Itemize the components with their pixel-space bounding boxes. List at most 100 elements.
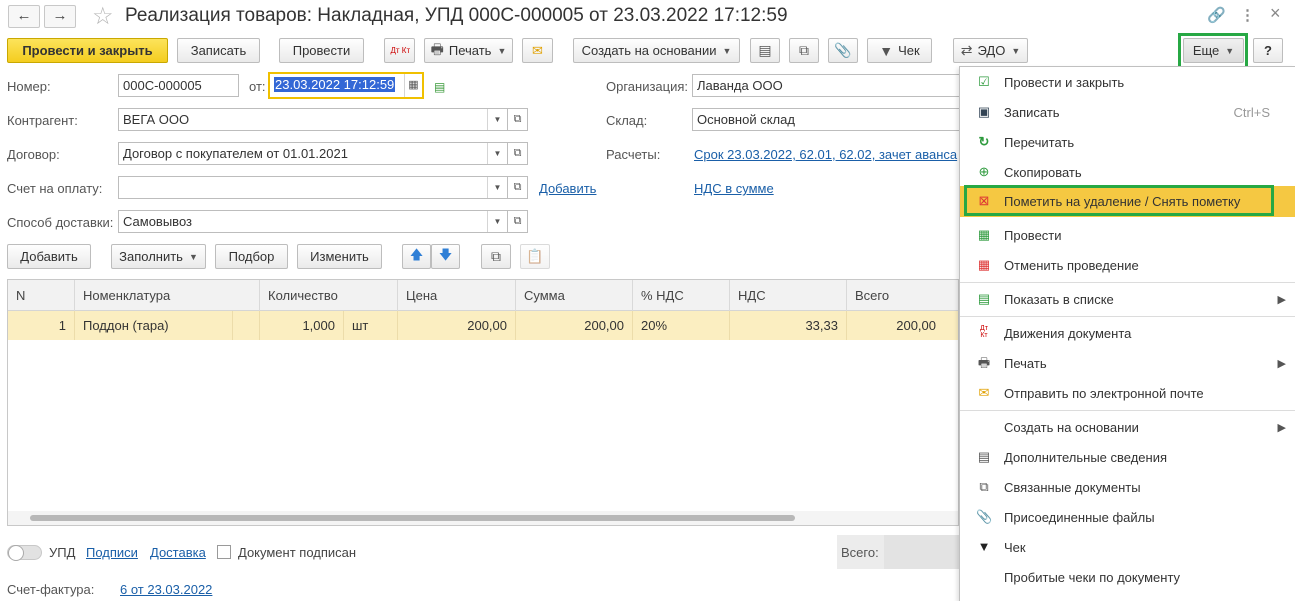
cell-total: 200,00 — [896, 318, 936, 333]
column-header-price[interactable]: Цена — [398, 280, 516, 311]
receipt-button[interactable]: ▼ Чек — [867, 38, 932, 63]
pick-button[interactable]: Подбор — [215, 244, 288, 269]
dtkt-button[interactable]: Дт Кт — [384, 38, 415, 63]
menu-item-post[interactable]: ▦ Провести — [960, 220, 1295, 250]
menu-item-label: Чек — [1004, 539, 1026, 555]
open-delivery-icon[interactable]: ⧉ — [507, 210, 528, 233]
chevron-down-icon[interactable]: ▼ — [487, 177, 507, 198]
column-header-vat[interactable]: НДС — [730, 280, 847, 311]
chevron-down-icon[interactable]: ▼ — [487, 211, 507, 232]
goods-table: N Номенклатура Количество Цена Сумма % Н… — [7, 279, 959, 526]
scrollbar-thumb[interactable] — [30, 515, 795, 521]
menu-item-save[interactable]: ▣ Записать Ctrl+S — [960, 97, 1295, 127]
more-vertical-icon[interactable]: ⋮ — [1240, 6, 1255, 24]
menu-item-label: Отправить по электронной почте — [1004, 385, 1204, 401]
delivery-link[interactable]: Доставка — [150, 545, 206, 560]
vat-in-sum-link[interactable]: НДС в сумме — [694, 181, 774, 196]
column-header-sum[interactable]: Сумма — [516, 280, 633, 311]
post-button[interactable]: Провести — [279, 38, 364, 63]
number-field[interactable]: 000С-000005 — [118, 74, 239, 97]
menu-item-unpost[interactable]: ▦ Отменить проведение — [960, 250, 1295, 280]
signatures-link[interactable]: Подписи — [86, 545, 138, 560]
favorite-star-icon[interactable]: ☆ — [92, 2, 114, 31]
menu-separator — [960, 282, 1295, 283]
chevron-down-icon[interactable]: ▼ — [487, 143, 507, 164]
number-value: 000С-000005 — [123, 78, 202, 93]
menu-item-movements[interactable]: Дт Кт Движения документа — [960, 318, 1295, 348]
table-add-label: Добавить — [20, 249, 78, 264]
post-and-close-button[interactable]: Провести и закрыть — [7, 38, 168, 63]
print-button[interactable]: 🖶 Печать ▼ — [424, 38, 513, 63]
horizontal-scrollbar[interactable] — [8, 511, 958, 525]
help-button[interactable]: ? — [1253, 38, 1283, 63]
warehouse-field[interactable]: Основной склад — [692, 108, 959, 131]
open-contract-icon[interactable]: ⧉ — [507, 142, 528, 165]
cell-unit: шт — [344, 311, 398, 340]
table-row[interactable]: 1 Поддон (тара) 1,000 шт 200,00 200,00 2… — [8, 311, 958, 340]
edo-button[interactable]: ⇄ ЭДО ▼ — [953, 38, 1028, 63]
close-icon[interactable]: × — [1270, 3, 1281, 24]
table-add-button[interactable]: Добавить — [7, 244, 91, 269]
menu-item-attachments[interactable]: 📎 Присоединенные файлы — [960, 502, 1295, 532]
back-button[interactable]: ← — [8, 5, 40, 28]
menu-item-print[interactable]: 🖶 Печать ▶ — [960, 348, 1295, 378]
fill-button[interactable]: Заполнить ▼ — [111, 244, 206, 269]
show-in-list-icon: ▤ — [977, 291, 991, 306]
upd-toggle[interactable] — [7, 545, 42, 561]
arrow-up-icon: 🡅 — [409, 246, 424, 262]
forward-arrow-icon: → — [52, 7, 68, 24]
column-header-total[interactable]: Всего — [847, 280, 958, 311]
save-button[interactable]: Записать — [177, 38, 260, 63]
menu-item-copy[interactable]: ⊕ Скопировать — [960, 157, 1295, 187]
copy-rows-button[interactable]: ⧉ — [481, 244, 511, 269]
menu-item-show-in-list[interactable]: ▤ Показать в списке ▶ — [960, 284, 1295, 314]
counterparty-field[interactable]: ВЕГА ООО ▼ — [118, 108, 508, 131]
menu-item-reread[interactable]: ↻ Перечитать — [960, 127, 1295, 157]
menu-item-receipt[interactable]: ▼ Чек — [960, 532, 1295, 562]
menu-item-post-close[interactable]: ☑ Провести и закрыть — [960, 67, 1295, 97]
menu-item-create-based[interactable]: Создать на основании ▶ — [960, 412, 1295, 442]
paperclip-icon: 📎 — [976, 509, 993, 524]
column-header-qty[interactable]: Количество — [260, 280, 398, 311]
invoice-factura-link[interactable]: 6 от 23.03.2022 — [120, 582, 212, 597]
total-value — [884, 535, 959, 569]
settlements-link[interactable]: Срок 23.03.2022, 62.01, 62.02, зачет ава… — [694, 147, 957, 162]
column-header-vat-rate[interactable]: % НДС — [633, 280, 730, 311]
email-button[interactable]: ✉ — [522, 38, 553, 63]
menu-item-email[interactable]: ✉ Отправить по электронной почте — [960, 378, 1295, 408]
add-invoice-link[interactable]: Добавить — [539, 181, 596, 196]
chevron-down-icon[interactable]: ▼ — [487, 109, 507, 130]
change-button[interactable]: Изменить — [297, 244, 382, 269]
create-based-on-button[interactable]: Создать на основании ▼ — [573, 38, 740, 63]
menu-item-related-docs[interactable]: ⧉ Связанные документы — [960, 472, 1295, 502]
related-docs-button[interactable]: ⧉ — [789, 38, 819, 63]
contract-field[interactable]: Договор с покупателем от 01.01.2021 ▼ — [118, 142, 508, 165]
envelope-icon: ✉ — [532, 42, 543, 58]
open-counterparty-icon[interactable]: ⧉ — [507, 108, 528, 131]
attachments-button[interactable]: 📎 — [828, 38, 858, 63]
move-down-button[interactable]: 🡇 — [431, 244, 460, 269]
details-button[interactable]: ▤ — [750, 38, 780, 63]
link-icon[interactable]: 🔗 — [1207, 6, 1226, 24]
total-label: Всего: — [841, 545, 879, 560]
signed-checkbox[interactable] — [217, 545, 231, 559]
menu-item-label: Записать — [1004, 104, 1060, 120]
move-up-button[interactable]: 🡅 — [402, 244, 431, 269]
cell-qty: 1,000 — [260, 311, 344, 340]
post-close-icon: ☑ — [978, 74, 990, 89]
column-header-n[interactable]: N — [8, 280, 75, 311]
date-field[interactable]: 23.03.2022 17:12:59 ▦ — [268, 72, 424, 99]
calendar-icon[interactable]: ▦ — [404, 74, 422, 97]
delivery-method-field[interactable]: Самовывоз ▼ — [118, 210, 508, 233]
delivery-method-label: Способ доставки: — [7, 215, 114, 230]
menu-separator — [960, 316, 1295, 317]
paste-rows-button[interactable]: 📋 — [520, 244, 550, 269]
column-header-item[interactable]: Номенклатура — [75, 280, 260, 311]
menu-item-details[interactable]: ▤ Дополнительные сведения — [960, 442, 1295, 472]
menu-item-printed-receipts[interactable]: Пробитые чеки по документу — [960, 562, 1295, 592]
organization-field[interactable]: Лаванда ООО — [692, 74, 959, 97]
invoice-field[interactable]: ▼ — [118, 176, 508, 199]
open-invoice-icon[interactable]: ⧉ — [507, 176, 528, 199]
forward-button[interactable]: → — [44, 5, 76, 28]
history-icon[interactable]: ▤ — [434, 80, 445, 94]
